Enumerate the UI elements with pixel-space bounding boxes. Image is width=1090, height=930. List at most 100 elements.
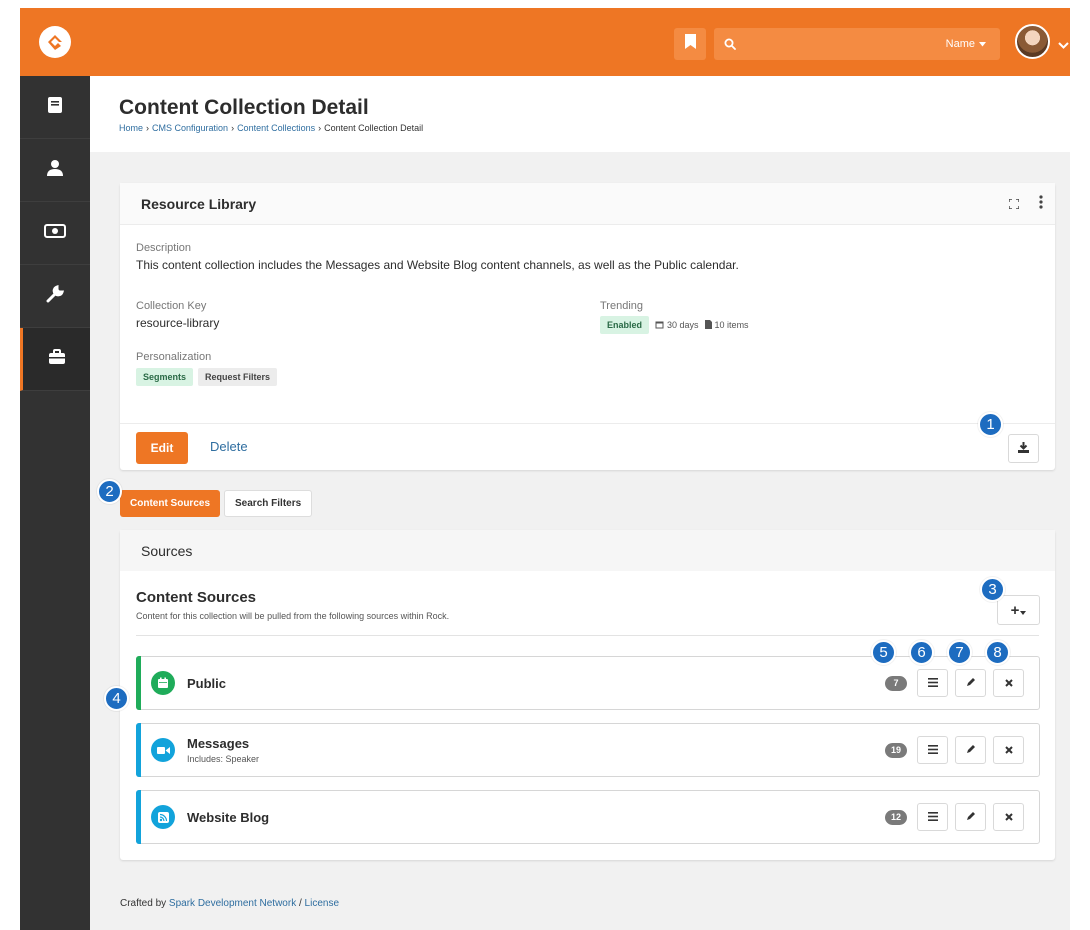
tab-content-sources[interactable]: Content Sources bbox=[120, 490, 221, 517]
source-count-badge: 19 bbox=[885, 742, 907, 758]
source-edit-button[interactable] bbox=[955, 803, 986, 831]
pencil-icon bbox=[966, 674, 976, 692]
search-bar[interactable]: Name bbox=[714, 28, 1000, 60]
caret-down-icon bbox=[979, 38, 986, 50]
trending-status-badge: Enabled bbox=[600, 316, 650, 334]
tab-search-filters[interactable]: Search Filters bbox=[224, 490, 313, 517]
source-row-public[interactable]: Public 7 bbox=[136, 656, 1040, 710]
edit-button[interactable]: Edit bbox=[136, 432, 188, 464]
logo-area[interactable] bbox=[20, 8, 90, 76]
callout-marker: 2 bbox=[97, 479, 122, 504]
source-subtitle: Includes: Speaker bbox=[187, 754, 260, 764]
source-edit-button[interactable] bbox=[955, 736, 986, 764]
breadcrumb-home[interactable]: Home bbox=[119, 123, 143, 133]
callout-marker: 3 bbox=[980, 577, 1005, 602]
list-icon bbox=[927, 741, 938, 759]
source-row-messages[interactable]: Messages Includes: Speaker 19 bbox=[136, 723, 1040, 777]
sources-panel-header: Sources bbox=[120, 530, 1055, 571]
trending-label: Trending bbox=[600, 300, 644, 312]
download-icon bbox=[1018, 440, 1029, 458]
panel-title: Resource Library bbox=[141, 195, 257, 212]
source-delete-button[interactable] bbox=[993, 669, 1024, 697]
list-icon bbox=[927, 674, 938, 692]
breadcrumb-cms-configuration[interactable]: CMS Configuration bbox=[152, 123, 228, 133]
source-items-button[interactable] bbox=[917, 669, 948, 697]
source-items-button[interactable] bbox=[917, 736, 948, 764]
delete-link[interactable]: Delete bbox=[210, 439, 248, 454]
sidebar-item-finance[interactable] bbox=[20, 202, 90, 265]
footer-separator: / bbox=[298, 898, 302, 909]
money-icon bbox=[44, 223, 66, 243]
rock-logo-icon bbox=[39, 26, 71, 58]
trending-items: 10 items bbox=[704, 319, 749, 331]
trending-group: Trending Enabled 30 days 10 items bbox=[600, 300, 749, 334]
search-scope-label: Name bbox=[945, 38, 975, 50]
callout-marker: 6 bbox=[909, 640, 934, 665]
personalization-segments-badge: Segments bbox=[136, 368, 194, 386]
trending-days-label: 30 days bbox=[667, 320, 699, 330]
sidebar-item-tools[interactable] bbox=[20, 265, 90, 328]
calendar-icon bbox=[655, 320, 664, 331]
source-count-badge: 7 bbox=[885, 675, 907, 691]
footer-license-link[interactable]: License bbox=[305, 898, 339, 909]
callout-marker: 1 bbox=[978, 412, 1003, 437]
chevron-right-icon: › bbox=[318, 123, 322, 133]
wrench-icon bbox=[46, 284, 65, 308]
section-divider bbox=[136, 635, 1039, 636]
close-icon bbox=[1004, 741, 1013, 759]
source-items-button[interactable] bbox=[917, 803, 948, 831]
content-sources-title: Content Sources bbox=[136, 589, 257, 606]
source-delete-button[interactable] bbox=[993, 803, 1024, 831]
callout-marker: 8 bbox=[985, 640, 1010, 665]
download-button[interactable] bbox=[1008, 434, 1039, 463]
personalization-label: Personalization bbox=[136, 351, 212, 363]
description-label: Description bbox=[136, 242, 192, 254]
source-name: Messages bbox=[187, 736, 250, 751]
pencil-icon bbox=[966, 741, 976, 759]
source-color-bar bbox=[136, 723, 141, 777]
breadcrumb-content-collections[interactable]: Content Collections bbox=[237, 123, 315, 133]
chevron-down-icon[interactable] bbox=[1058, 36, 1069, 54]
sidebar-item-people[interactable] bbox=[20, 139, 90, 202]
description-group: Description This content collection incl… bbox=[136, 242, 739, 272]
close-icon bbox=[1004, 674, 1013, 692]
source-row-website-blog[interactable]: Website Blog 12 bbox=[136, 790, 1040, 844]
list-icon bbox=[927, 808, 938, 826]
callout-marker: 7 bbox=[947, 640, 972, 665]
sidebar-item-content[interactable] bbox=[20, 76, 90, 139]
personalization-group: Personalization Segments Request Filters bbox=[136, 351, 278, 386]
person-icon bbox=[46, 159, 64, 182]
search-scope-dropdown[interactable]: Name bbox=[946, 38, 986, 50]
calendar-icon bbox=[151, 671, 175, 695]
breadcrumb: Home › CMS Configuration › Content Colle… bbox=[119, 123, 1070, 133]
panel-divider bbox=[120, 423, 1055, 424]
fullscreen-icon[interactable] bbox=[1008, 196, 1020, 212]
source-edit-button[interactable] bbox=[955, 669, 986, 697]
search-input[interactable] bbox=[744, 28, 946, 60]
collection-key-group: Collection Key resource-library bbox=[136, 300, 219, 330]
avatar[interactable] bbox=[1015, 24, 1050, 59]
personalization-request-filters-badge: Request Filters bbox=[198, 368, 278, 386]
source-delete-button[interactable] bbox=[993, 736, 1024, 764]
callout-marker: 4 bbox=[104, 686, 129, 711]
trending-items-label: 10 items bbox=[714, 320, 749, 330]
search-icon bbox=[724, 38, 736, 50]
footer-org-link[interactable]: Spark Development Network bbox=[169, 898, 296, 909]
panel-header: Resource Library bbox=[120, 183, 1055, 225]
rss-icon bbox=[151, 805, 175, 829]
add-source-button[interactable]: + bbox=[997, 595, 1040, 625]
sidebar-item-admin[interactable] bbox=[20, 328, 90, 391]
source-color-bar bbox=[136, 656, 141, 710]
close-icon bbox=[1004, 808, 1013, 826]
content-sources-description: Content for this collection will be pull… bbox=[136, 611, 450, 621]
book-icon bbox=[47, 96, 63, 119]
bookmark-icon bbox=[684, 34, 696, 54]
briefcase-icon bbox=[48, 348, 66, 370]
pencil-icon bbox=[966, 808, 976, 826]
more-options-icon[interactable] bbox=[1039, 195, 1043, 212]
collection-key-label: Collection Key bbox=[136, 300, 207, 312]
bookmark-button[interactable] bbox=[674, 28, 706, 60]
description-value: This content collection includes the Mes… bbox=[136, 258, 739, 272]
footer-credits: Crafted by Spark Development Network / L… bbox=[120, 898, 339, 909]
page-title: Content Collection Detail bbox=[119, 96, 369, 119]
